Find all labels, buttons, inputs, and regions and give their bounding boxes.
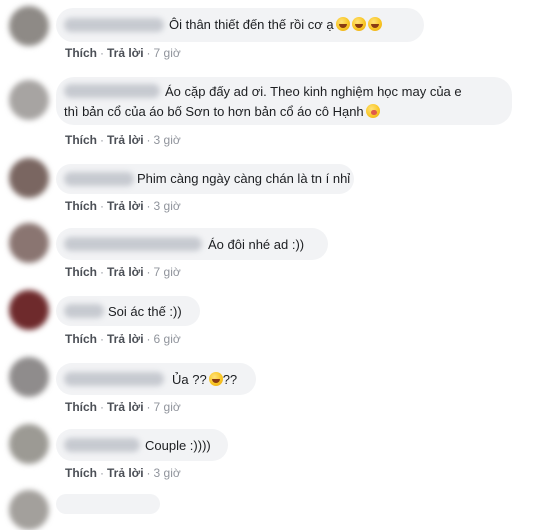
reply-link[interactable]: Trả lời xyxy=(107,133,144,147)
comment-actions: Thích · Trả lời · 3 giờ xyxy=(65,466,181,480)
comment-actions: Thích · Trả lời · 6 giờ xyxy=(65,332,181,346)
comment-text: Couple :)))) xyxy=(145,438,211,453)
comment-text: thì bản cổ của áo bố Sơn to hơn bản cổ á… xyxy=(64,103,380,120)
avatar[interactable] xyxy=(9,290,49,330)
reply-link[interactable]: Trả lời xyxy=(107,332,144,346)
like-link[interactable]: Thích xyxy=(65,199,97,213)
comment-time[interactable]: 7 giờ xyxy=(154,400,181,414)
commenter-name[interactable] xyxy=(64,84,160,98)
like-link[interactable]: Thích xyxy=(65,466,97,480)
comment-bubble xyxy=(56,494,160,514)
comment-bubble: Ôi thân thiết đến thế rồi cơ ạ xyxy=(56,8,424,42)
reply-link[interactable]: Trả lời xyxy=(107,400,144,414)
comment-actions: Thích · Trả lời · 3 giờ xyxy=(65,199,181,213)
comment-text: Áo đôi nhé ad :)) xyxy=(208,237,305,252)
comment-bubble: Ủa ???? xyxy=(56,363,256,395)
comment-time[interactable]: 7 giờ xyxy=(154,46,181,60)
comment-bubble: Áo cặp đấy ad ơi. Theo kinh nghiệm học m… xyxy=(56,77,512,125)
comment-bubble: Phim càng ngày càng chán là tn í nhỉ xyxy=(56,164,354,194)
avatar[interactable] xyxy=(9,6,49,46)
reply-link[interactable]: Trả lời xyxy=(107,466,144,480)
avatar[interactable] xyxy=(9,80,49,120)
laughing-crying-emoji xyxy=(335,17,350,31)
commenter-name[interactable] xyxy=(64,18,164,32)
like-link[interactable]: Thích xyxy=(65,133,97,147)
comment-actions: Thích · Trả lời · 7 giờ xyxy=(65,46,181,60)
like-link[interactable]: Thích xyxy=(65,332,97,346)
comment-time[interactable]: 3 giờ xyxy=(154,133,181,147)
laughing-crying-emoji xyxy=(351,17,366,31)
comment-time[interactable]: 6 giờ xyxy=(154,332,181,346)
laughing-crying-emoji xyxy=(367,17,382,31)
reply-link[interactable]: Trả lời xyxy=(107,46,144,60)
yum-emoji xyxy=(365,104,380,118)
like-link[interactable]: Thích xyxy=(65,46,97,60)
commenter-name[interactable] xyxy=(64,438,140,452)
avatar[interactable] xyxy=(9,158,49,198)
comment-time[interactable]: 3 giờ xyxy=(154,199,181,213)
reply-link[interactable]: Trả lời xyxy=(107,265,144,279)
comment-actions: Thích · Trả lời · 7 giờ xyxy=(65,265,181,279)
commenter-name[interactable] xyxy=(64,372,164,386)
comment-time[interactable]: 3 giờ xyxy=(154,466,181,480)
comment-text: Phim càng ngày càng chán là tn í nhỉ xyxy=(137,171,351,186)
comment-text: Ôi thân thiết đến thế rồi cơ ạ xyxy=(169,16,382,33)
comment-actions: Thích · Trả lời · 3 giờ xyxy=(65,133,181,147)
avatar[interactable] xyxy=(9,223,49,263)
comment-actions: Thích · Trả lời · 7 giờ xyxy=(65,400,181,414)
reply-link[interactable]: Trả lời xyxy=(107,199,144,213)
avatar[interactable] xyxy=(9,424,49,464)
avatar[interactable] xyxy=(9,490,49,530)
like-link[interactable]: Thích xyxy=(65,265,97,279)
comment-text: Ủa ???? xyxy=(172,372,238,387)
comment-bubble: Couple :)))) xyxy=(56,429,228,461)
comment-bubble: Soi ác thế :)) xyxy=(56,296,200,326)
comment-text: Soi ác thế :)) xyxy=(108,304,182,319)
commenter-name[interactable] xyxy=(64,237,202,251)
comment-text: Áo cặp đấy ad ơi. Theo kinh nghiệm học m… xyxy=(165,84,462,99)
avatar[interactable] xyxy=(9,357,49,397)
comment-bubble: Áo đôi nhé ad :)) xyxy=(56,228,328,260)
commenter-name[interactable] xyxy=(64,304,104,318)
grinning-emoji xyxy=(208,372,223,386)
commenter-name[interactable] xyxy=(64,172,134,186)
comment-time[interactable]: 7 giờ xyxy=(154,265,181,279)
like-link[interactable]: Thích xyxy=(65,400,97,414)
